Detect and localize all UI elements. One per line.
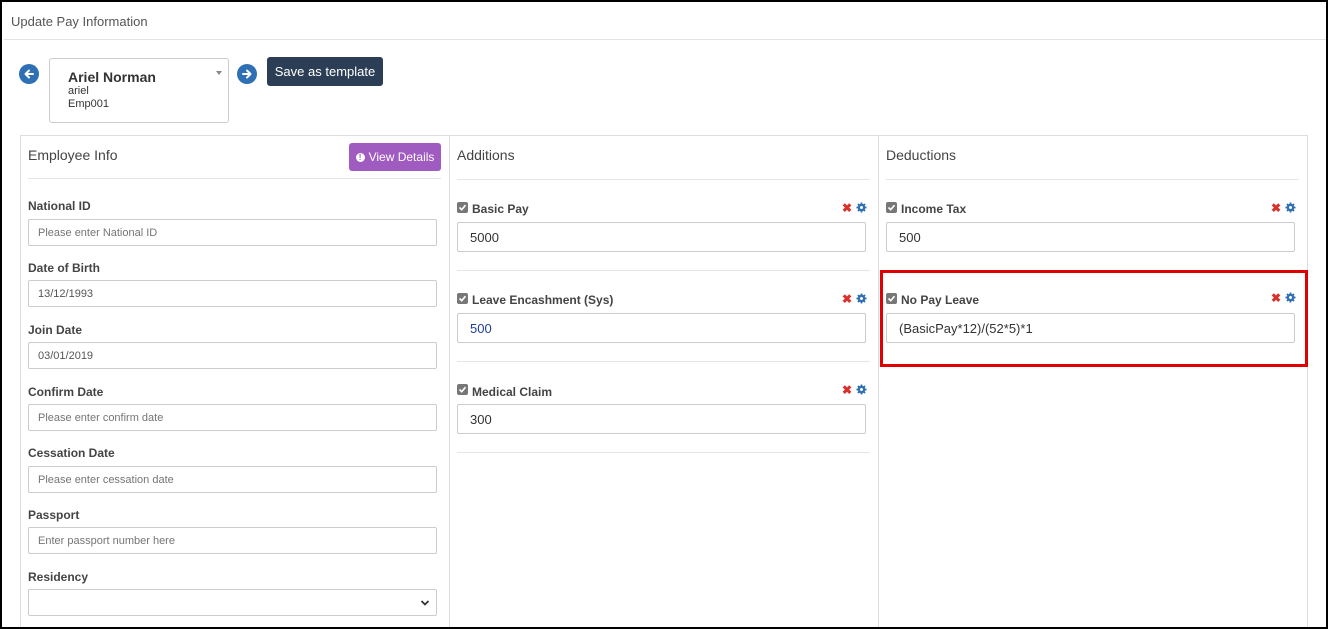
join-date-input[interactable]: 03/01/2019 — [28, 342, 437, 369]
checkbox-checked[interactable] — [457, 293, 468, 304]
gear-icon[interactable] — [856, 202, 867, 213]
passport-label: Passport — [28, 508, 80, 522]
view-details-label: View Details — [368, 150, 435, 164]
caret-down-icon — [216, 71, 222, 75]
employee-code: Emp001 — [68, 98, 109, 110]
additions-panel: Additions Basic Pay ✖ 5000 Leave Encashm… — [449, 135, 879, 627]
view-details-button[interactable]: ! View Details — [349, 143, 441, 171]
employee-username: ariel — [68, 85, 89, 97]
employee-info-panel: Employee Info ! View Details National ID… — [20, 135, 450, 627]
highlight-box — [880, 270, 1308, 367]
checkbox-checked[interactable] — [886, 202, 897, 213]
residency-label: Residency — [28, 570, 89, 584]
next-employee-button[interactable] — [237, 64, 257, 84]
date-of-birth-input[interactable]: 13/12/1993 — [28, 280, 437, 307]
divider — [457, 452, 870, 453]
info-icon: ! — [355, 152, 365, 162]
additions-title: Additions — [457, 147, 515, 163]
employee-name: Ariel Norman — [68, 69, 156, 85]
chevron-down-icon — [420, 600, 430, 606]
income-tax-label: Income Tax — [901, 202, 967, 216]
join-date-label: Join Date — [28, 323, 83, 337]
divider — [457, 270, 870, 271]
employee-selector[interactable]: Ariel Norman ariel Emp001 — [49, 58, 229, 123]
checkbox-checked[interactable] — [457, 384, 468, 395]
date-of-birth-label: Date of Birth — [28, 261, 100, 275]
remove-icon[interactable]: ✖ — [842, 202, 852, 214]
gear-icon[interactable] — [856, 293, 867, 304]
employee-info-title: Employee Info — [28, 147, 118, 163]
leave-encashment-label: Leave Encashment (Sys) — [472, 293, 614, 307]
cessation-date-label: Cessation Date — [28, 446, 115, 460]
update-pay-window: Update Pay Information Ariel Norman arie… — [0, 0, 1328, 629]
arrow-left-icon — [24, 69, 34, 79]
divider — [457, 361, 870, 362]
confirm-date-label: Confirm Date — [28, 385, 104, 399]
arrow-right-icon — [242, 69, 252, 79]
previous-employee-button[interactable] — [19, 64, 39, 84]
national-id-label: National ID — [28, 199, 91, 213]
gear-icon[interactable] — [856, 384, 867, 395]
basic-pay-input[interactable]: 5000 — [457, 222, 866, 252]
confirm-date-input[interactable] — [28, 404, 437, 431]
remove-icon[interactable]: ✖ — [842, 384, 852, 396]
basic-pay-label: Basic Pay — [472, 202, 529, 216]
cessation-date-input[interactable] — [28, 466, 437, 493]
remove-icon[interactable]: ✖ — [842, 293, 852, 305]
deductions-panel: Deductions Income Tax ✖ 500 No Pay Leave… — [878, 135, 1308, 627]
residency-select[interactable] — [28, 589, 437, 616]
gear-icon[interactable] — [1285, 202, 1296, 213]
checkbox-checked[interactable] — [457, 202, 468, 213]
leave-encashment-input[interactable]: 500 — [457, 313, 866, 343]
save-as-template-button[interactable]: Save as template — [267, 57, 383, 86]
deductions-title: Deductions — [886, 147, 957, 163]
income-tax-input[interactable]: 500 — [886, 222, 1295, 252]
national-id-input[interactable] — [28, 219, 437, 246]
divider — [886, 179, 1299, 180]
remove-icon[interactable]: ✖ — [1271, 202, 1281, 214]
medical-claim-input[interactable]: 300 — [457, 404, 866, 434]
passport-input[interactable] — [28, 527, 437, 554]
divider — [28, 178, 441, 179]
page-title: Update Pay Information — [4, 4, 1326, 40]
medical-claim-label: Medical Claim — [472, 385, 553, 399]
divider — [457, 179, 870, 180]
